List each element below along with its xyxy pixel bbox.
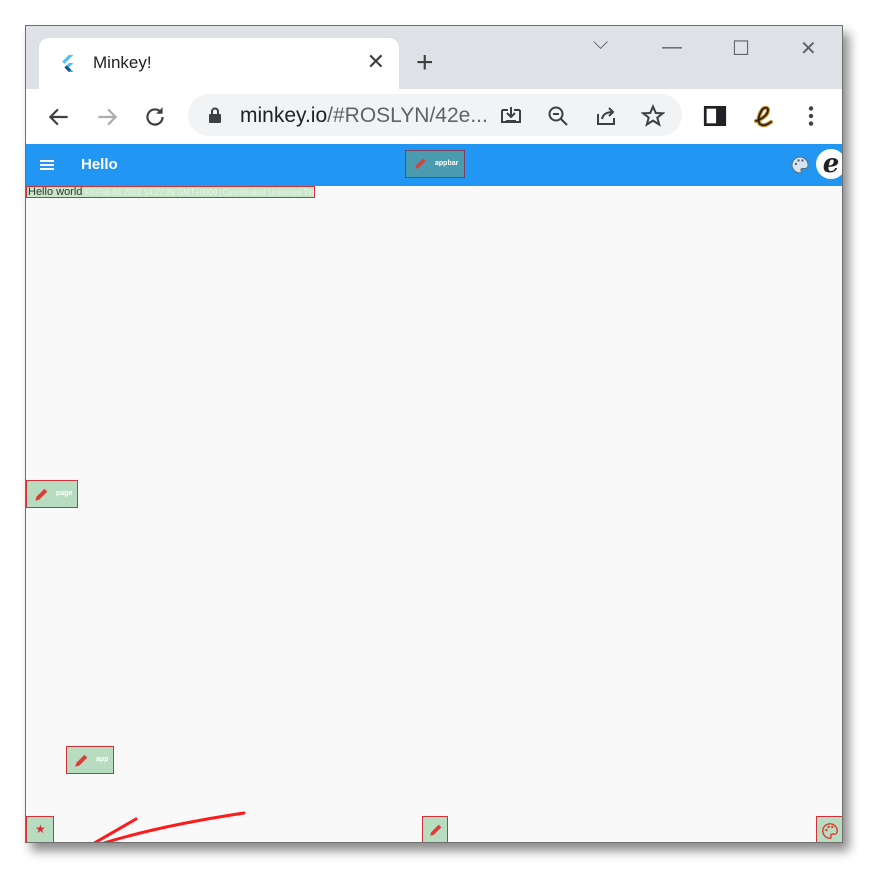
- url-host: minkey.io: [240, 104, 328, 127]
- build-info-text: Fri Feb 04 2022 14:27:39 GMT+0000 (Coord…: [85, 188, 314, 197]
- app-bar: Hello appbar e: [26, 144, 842, 186]
- app-edit-label: app: [96, 756, 109, 763]
- share-icon[interactable]: [594, 104, 618, 128]
- pencil-icon: [430, 824, 442, 836]
- tab-title: Minkey!: [93, 53, 152, 72]
- minimize-icon[interactable]: —: [662, 36, 682, 59]
- extension-e-icon[interactable]: [748, 101, 778, 131]
- browser-toolbar: minkey.io/#ROSLYN/42e...: [26, 89, 842, 144]
- lock-icon[interactable]: [208, 107, 222, 123]
- pencil-icon: [415, 158, 426, 169]
- star-icon[interactable]: [641, 104, 665, 128]
- new-tab-button[interactable]: +: [416, 48, 434, 78]
- browser-tab[interactable]: Minkey! ✕: [39, 38, 399, 89]
- menu-icon[interactable]: [39, 157, 55, 173]
- hello-world-text: Hello world: [28, 186, 83, 198]
- bottom-edit-button[interactable]: [422, 816, 448, 842]
- title-bar: Minkey! ✕ + ⌵ — ☐ ✕: [26, 26, 842, 89]
- kebab-menu-icon[interactable]: [798, 103, 824, 129]
- appbar-edit-button[interactable]: appbar: [405, 150, 465, 178]
- url-path: /#ROSLYN/42e...: [327, 104, 488, 127]
- install-icon[interactable]: [499, 104, 523, 128]
- palette-icon[interactable]: [790, 155, 810, 175]
- star-button[interactable]: ★: [26, 816, 54, 842]
- side-panel-icon[interactable]: [702, 103, 728, 129]
- reload-icon[interactable]: [142, 104, 168, 130]
- appbar-edit-label: appbar: [435, 160, 459, 167]
- pencil-icon: [75, 754, 88, 767]
- pencil-icon: [35, 488, 48, 501]
- user-avatar[interactable]: e: [816, 149, 842, 179]
- red-arrow-annotation: [93, 811, 246, 842]
- maximize-icon[interactable]: ☐: [732, 36, 750, 61]
- arrow-right-icon[interactable]: [94, 104, 120, 130]
- page-edit-button[interactable]: page: [26, 480, 78, 508]
- zoom-out-icon[interactable]: [546, 104, 570, 128]
- browser-window: Minkey! ✕ + ⌵ — ☐ ✕ minkey.io/#ROSLYN/42…: [25, 25, 843, 843]
- url-text[interactable]: minkey.io/#ROSLYN/42e...: [240, 104, 488, 128]
- arrow-left-icon[interactable]: [46, 104, 72, 130]
- app-edit-button[interactable]: app: [66, 746, 114, 774]
- palette-icon: [822, 823, 838, 839]
- tab-close-icon[interactable]: ✕: [367, 50, 385, 74]
- star-icon: ★: [35, 822, 46, 836]
- app-bar-title: Hello: [81, 156, 118, 173]
- flutter-icon: [62, 54, 74, 72]
- hello-world-widget[interactable]: Hello world Fri Feb 04 2022 14:27:39 GMT…: [26, 186, 315, 198]
- page-edit-label: page: [56, 490, 73, 497]
- address-bar[interactable]: minkey.io/#ROSLYN/42e...: [188, 94, 682, 136]
- window-close-icon[interactable]: ✕: [800, 36, 817, 61]
- tab-search-chevron-down-icon[interactable]: ⌵: [593, 32, 608, 55]
- theme-button[interactable]: [816, 816, 842, 842]
